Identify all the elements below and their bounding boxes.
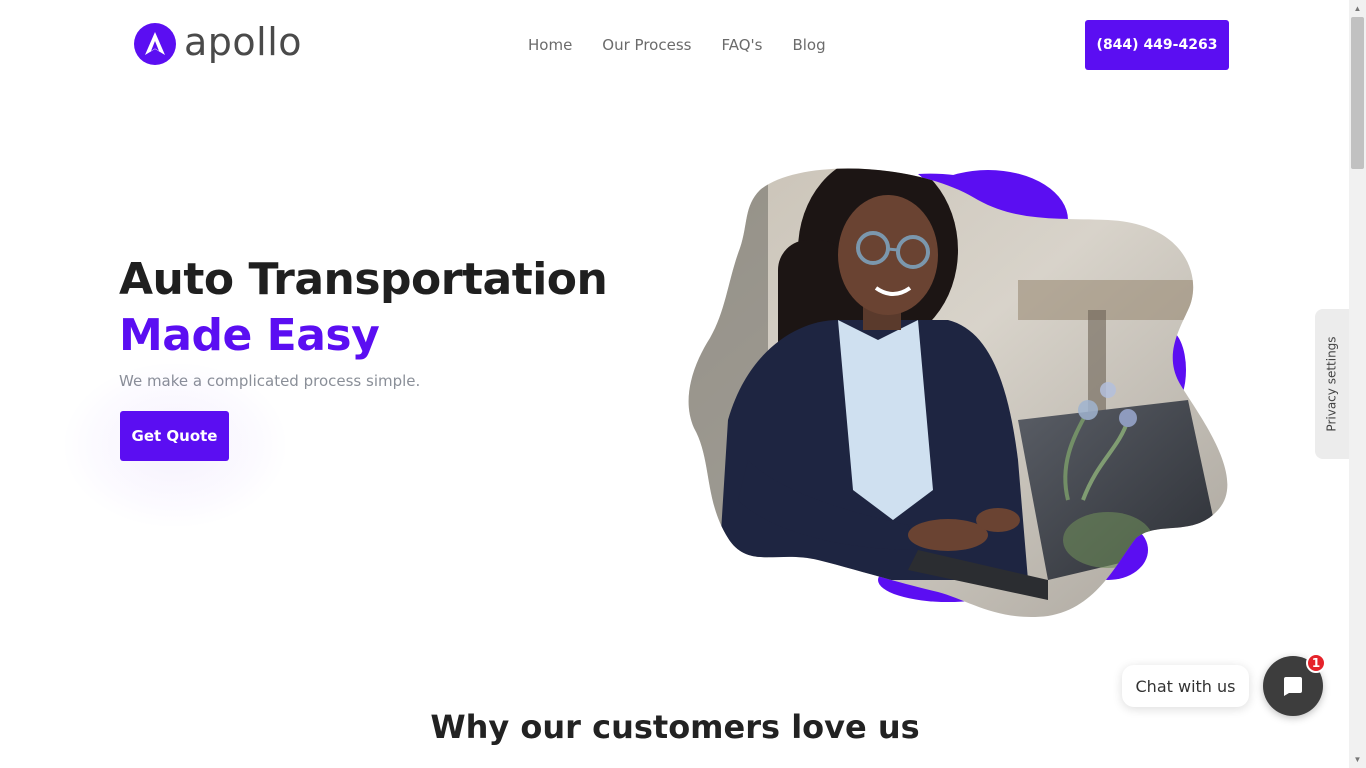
chat-notification-badge: 1 <box>1306 653 1326 673</box>
logo[interactable]: apollo <box>134 20 303 65</box>
main-nav: Home Our Process FAQ's Blog <box>528 36 826 54</box>
phone-button[interactable]: (844) 449-4263 <box>1085 20 1229 70</box>
apollo-logo-icon <box>134 23 176 65</box>
page-scrollbar[interactable]: ▲ ▼ <box>1349 0 1366 768</box>
hero-title-line2: Made Easy <box>119 310 380 361</box>
hero-title: Auto Transportation Made Easy <box>119 252 608 364</box>
scroll-up-arrow-icon[interactable]: ▲ <box>1349 0 1366 17</box>
section-title: Why our customers love us <box>430 708 920 746</box>
hero-photo <box>688 168 1228 618</box>
chat-with-us-label[interactable]: Chat with us <box>1122 665 1249 707</box>
nav-our-process[interactable]: Our Process <box>602 36 691 54</box>
chat-bubble-icon <box>1284 677 1302 696</box>
scroll-down-arrow-icon[interactable]: ▼ <box>1349 751 1366 768</box>
nav-blog[interactable]: Blog <box>792 36 825 54</box>
privacy-settings-tab[interactable]: Privacy settings <box>1315 309 1349 459</box>
hero-title-line1: Auto Transportation <box>119 254 608 305</box>
logo-text: apollo <box>184 20 303 64</box>
scroll-thumb[interactable] <box>1351 17 1364 169</box>
nav-home[interactable]: Home <box>528 36 572 54</box>
privacy-settings-label: Privacy settings <box>1325 336 1339 432</box>
nav-faqs[interactable]: FAQ's <box>721 36 762 54</box>
get-quote-button[interactable]: Get Quote <box>120 411 229 461</box>
